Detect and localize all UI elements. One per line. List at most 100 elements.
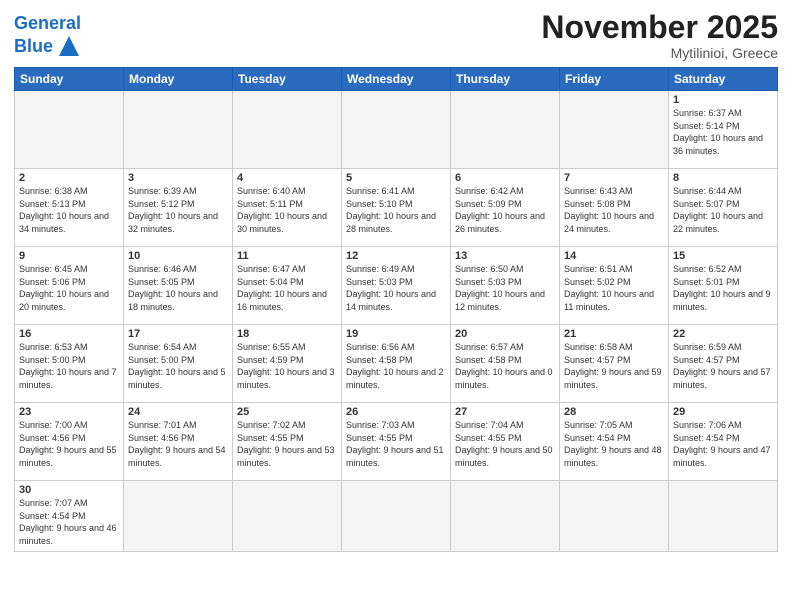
day-info: Sunrise: 6:39 AM Sunset: 5:12 PM Dayligh… <box>128 185 228 235</box>
logo-icon <box>55 32 83 60</box>
table-row <box>669 481 778 551</box>
day-info: Sunrise: 7:06 AM Sunset: 4:54 PM Dayligh… <box>673 419 773 469</box>
day-number: 23 <box>19 406 119 418</box>
table-row: 2Sunrise: 6:38 AM Sunset: 5:13 PM Daylig… <box>15 169 124 247</box>
col-wednesday: Wednesday <box>342 68 451 91</box>
table-row <box>124 91 233 169</box>
table-row: 8Sunrise: 6:44 AM Sunset: 5:07 PM Daylig… <box>669 169 778 247</box>
day-info: Sunrise: 6:54 AM Sunset: 5:00 PM Dayligh… <box>128 341 228 391</box>
day-info: Sunrise: 6:47 AM Sunset: 5:04 PM Dayligh… <box>237 263 337 313</box>
logo-blue-text: Blue <box>14 36 53 57</box>
table-row: 27Sunrise: 7:04 AM Sunset: 4:55 PM Dayli… <box>451 403 560 481</box>
day-number: 20 <box>455 328 555 340</box>
location: Mytilinioi, Greece <box>541 45 778 61</box>
table-row: 3Sunrise: 6:39 AM Sunset: 5:12 PM Daylig… <box>124 169 233 247</box>
col-friday: Friday <box>560 68 669 91</box>
day-number: 19 <box>346 328 446 340</box>
day-number: 1 <box>673 94 773 106</box>
day-info: Sunrise: 6:42 AM Sunset: 5:09 PM Dayligh… <box>455 185 555 235</box>
title-block: November 2025 Mytilinioi, Greece <box>541 10 778 61</box>
table-row: 21Sunrise: 6:58 AM Sunset: 4:57 PM Dayli… <box>560 325 669 403</box>
table-row: 28Sunrise: 7:05 AM Sunset: 4:54 PM Dayli… <box>560 403 669 481</box>
col-thursday: Thursday <box>451 68 560 91</box>
col-saturday: Saturday <box>669 68 778 91</box>
table-row <box>233 481 342 551</box>
day-info: Sunrise: 7:07 AM Sunset: 4:54 PM Dayligh… <box>19 497 119 547</box>
day-info: Sunrise: 6:44 AM Sunset: 5:07 PM Dayligh… <box>673 185 773 235</box>
day-number: 25 <box>237 406 337 418</box>
logo-text: General <box>14 14 83 32</box>
table-row <box>451 91 560 169</box>
day-info: Sunrise: 7:03 AM Sunset: 4:55 PM Dayligh… <box>346 419 446 469</box>
page: General Blue November 2025 Mytilinioi, G… <box>0 0 792 612</box>
table-row: 24Sunrise: 7:01 AM Sunset: 4:56 PM Dayli… <box>124 403 233 481</box>
table-row: 22Sunrise: 6:59 AM Sunset: 4:57 PM Dayli… <box>669 325 778 403</box>
day-number: 12 <box>346 250 446 262</box>
day-info: Sunrise: 6:55 AM Sunset: 4:59 PM Dayligh… <box>237 341 337 391</box>
day-info: Sunrise: 6:43 AM Sunset: 5:08 PM Dayligh… <box>564 185 664 235</box>
day-info: Sunrise: 7:04 AM Sunset: 4:55 PM Dayligh… <box>455 419 555 469</box>
table-row: 26Sunrise: 7:03 AM Sunset: 4:55 PM Dayli… <box>342 403 451 481</box>
logo: General Blue <box>14 14 83 60</box>
day-number: 24 <box>128 406 228 418</box>
table-row <box>560 481 669 551</box>
table-row: 6Sunrise: 6:42 AM Sunset: 5:09 PM Daylig… <box>451 169 560 247</box>
day-number: 2 <box>19 172 119 184</box>
col-tuesday: Tuesday <box>233 68 342 91</box>
table-row: 17Sunrise: 6:54 AM Sunset: 5:00 PM Dayli… <box>124 325 233 403</box>
table-row: 19Sunrise: 6:56 AM Sunset: 4:58 PM Dayli… <box>342 325 451 403</box>
table-row: 14Sunrise: 6:51 AM Sunset: 5:02 PM Dayli… <box>560 247 669 325</box>
col-monday: Monday <box>124 68 233 91</box>
table-row: 4Sunrise: 6:40 AM Sunset: 5:11 PM Daylig… <box>233 169 342 247</box>
day-number: 4 <box>237 172 337 184</box>
table-row: 15Sunrise: 6:52 AM Sunset: 5:01 PM Dayli… <box>669 247 778 325</box>
table-row: 25Sunrise: 7:02 AM Sunset: 4:55 PM Dayli… <box>233 403 342 481</box>
day-number: 5 <box>346 172 446 184</box>
table-row: 10Sunrise: 6:46 AM Sunset: 5:05 PM Dayli… <box>124 247 233 325</box>
day-number: 8 <box>673 172 773 184</box>
day-info: Sunrise: 6:51 AM Sunset: 5:02 PM Dayligh… <box>564 263 664 313</box>
day-info: Sunrise: 6:46 AM Sunset: 5:05 PM Dayligh… <box>128 263 228 313</box>
day-info: Sunrise: 7:02 AM Sunset: 4:55 PM Dayligh… <box>237 419 337 469</box>
day-info: Sunrise: 7:05 AM Sunset: 4:54 PM Dayligh… <box>564 419 664 469</box>
day-number: 7 <box>564 172 664 184</box>
day-number: 11 <box>237 250 337 262</box>
day-info: Sunrise: 6:49 AM Sunset: 5:03 PM Dayligh… <box>346 263 446 313</box>
day-info: Sunrise: 7:01 AM Sunset: 4:56 PM Dayligh… <box>128 419 228 469</box>
day-info: Sunrise: 6:41 AM Sunset: 5:10 PM Dayligh… <box>346 185 446 235</box>
day-number: 6 <box>455 172 555 184</box>
table-row: 30Sunrise: 7:07 AM Sunset: 4:54 PM Dayli… <box>15 481 124 551</box>
day-number: 16 <box>19 328 119 340</box>
day-number: 17 <box>128 328 228 340</box>
logo-general: General <box>14 13 81 33</box>
day-info: Sunrise: 6:40 AM Sunset: 5:11 PM Dayligh… <box>237 185 337 235</box>
header: General Blue November 2025 Mytilinioi, G… <box>14 10 778 61</box>
col-sunday: Sunday <box>15 68 124 91</box>
day-number: 26 <box>346 406 446 418</box>
month-title: November 2025 <box>541 10 778 45</box>
table-row <box>342 481 451 551</box>
table-row: 5Sunrise: 6:41 AM Sunset: 5:10 PM Daylig… <box>342 169 451 247</box>
day-info: Sunrise: 7:00 AM Sunset: 4:56 PM Dayligh… <box>19 419 119 469</box>
day-info: Sunrise: 6:58 AM Sunset: 4:57 PM Dayligh… <box>564 341 664 391</box>
day-info: Sunrise: 6:53 AM Sunset: 5:00 PM Dayligh… <box>19 341 119 391</box>
day-number: 30 <box>19 484 119 496</box>
table-row: 11Sunrise: 6:47 AM Sunset: 5:04 PM Dayli… <box>233 247 342 325</box>
day-info: Sunrise: 6:38 AM Sunset: 5:13 PM Dayligh… <box>19 185 119 235</box>
day-info: Sunrise: 6:57 AM Sunset: 4:58 PM Dayligh… <box>455 341 555 391</box>
table-row: 29Sunrise: 7:06 AM Sunset: 4:54 PM Dayli… <box>669 403 778 481</box>
table-row: 1Sunrise: 6:37 AM Sunset: 5:14 PM Daylig… <box>669 91 778 169</box>
day-info: Sunrise: 6:37 AM Sunset: 5:14 PM Dayligh… <box>673 107 773 157</box>
day-info: Sunrise: 6:52 AM Sunset: 5:01 PM Dayligh… <box>673 263 773 313</box>
table-row <box>124 481 233 551</box>
day-number: 14 <box>564 250 664 262</box>
day-number: 10 <box>128 250 228 262</box>
table-row: 9Sunrise: 6:45 AM Sunset: 5:06 PM Daylig… <box>15 247 124 325</box>
day-number: 15 <box>673 250 773 262</box>
table-row <box>560 91 669 169</box>
day-number: 27 <box>455 406 555 418</box>
table-row: 20Sunrise: 6:57 AM Sunset: 4:58 PM Dayli… <box>451 325 560 403</box>
table-row <box>233 91 342 169</box>
calendar-header-row: Sunday Monday Tuesday Wednesday Thursday… <box>15 68 778 91</box>
table-row: 13Sunrise: 6:50 AM Sunset: 5:03 PM Dayli… <box>451 247 560 325</box>
